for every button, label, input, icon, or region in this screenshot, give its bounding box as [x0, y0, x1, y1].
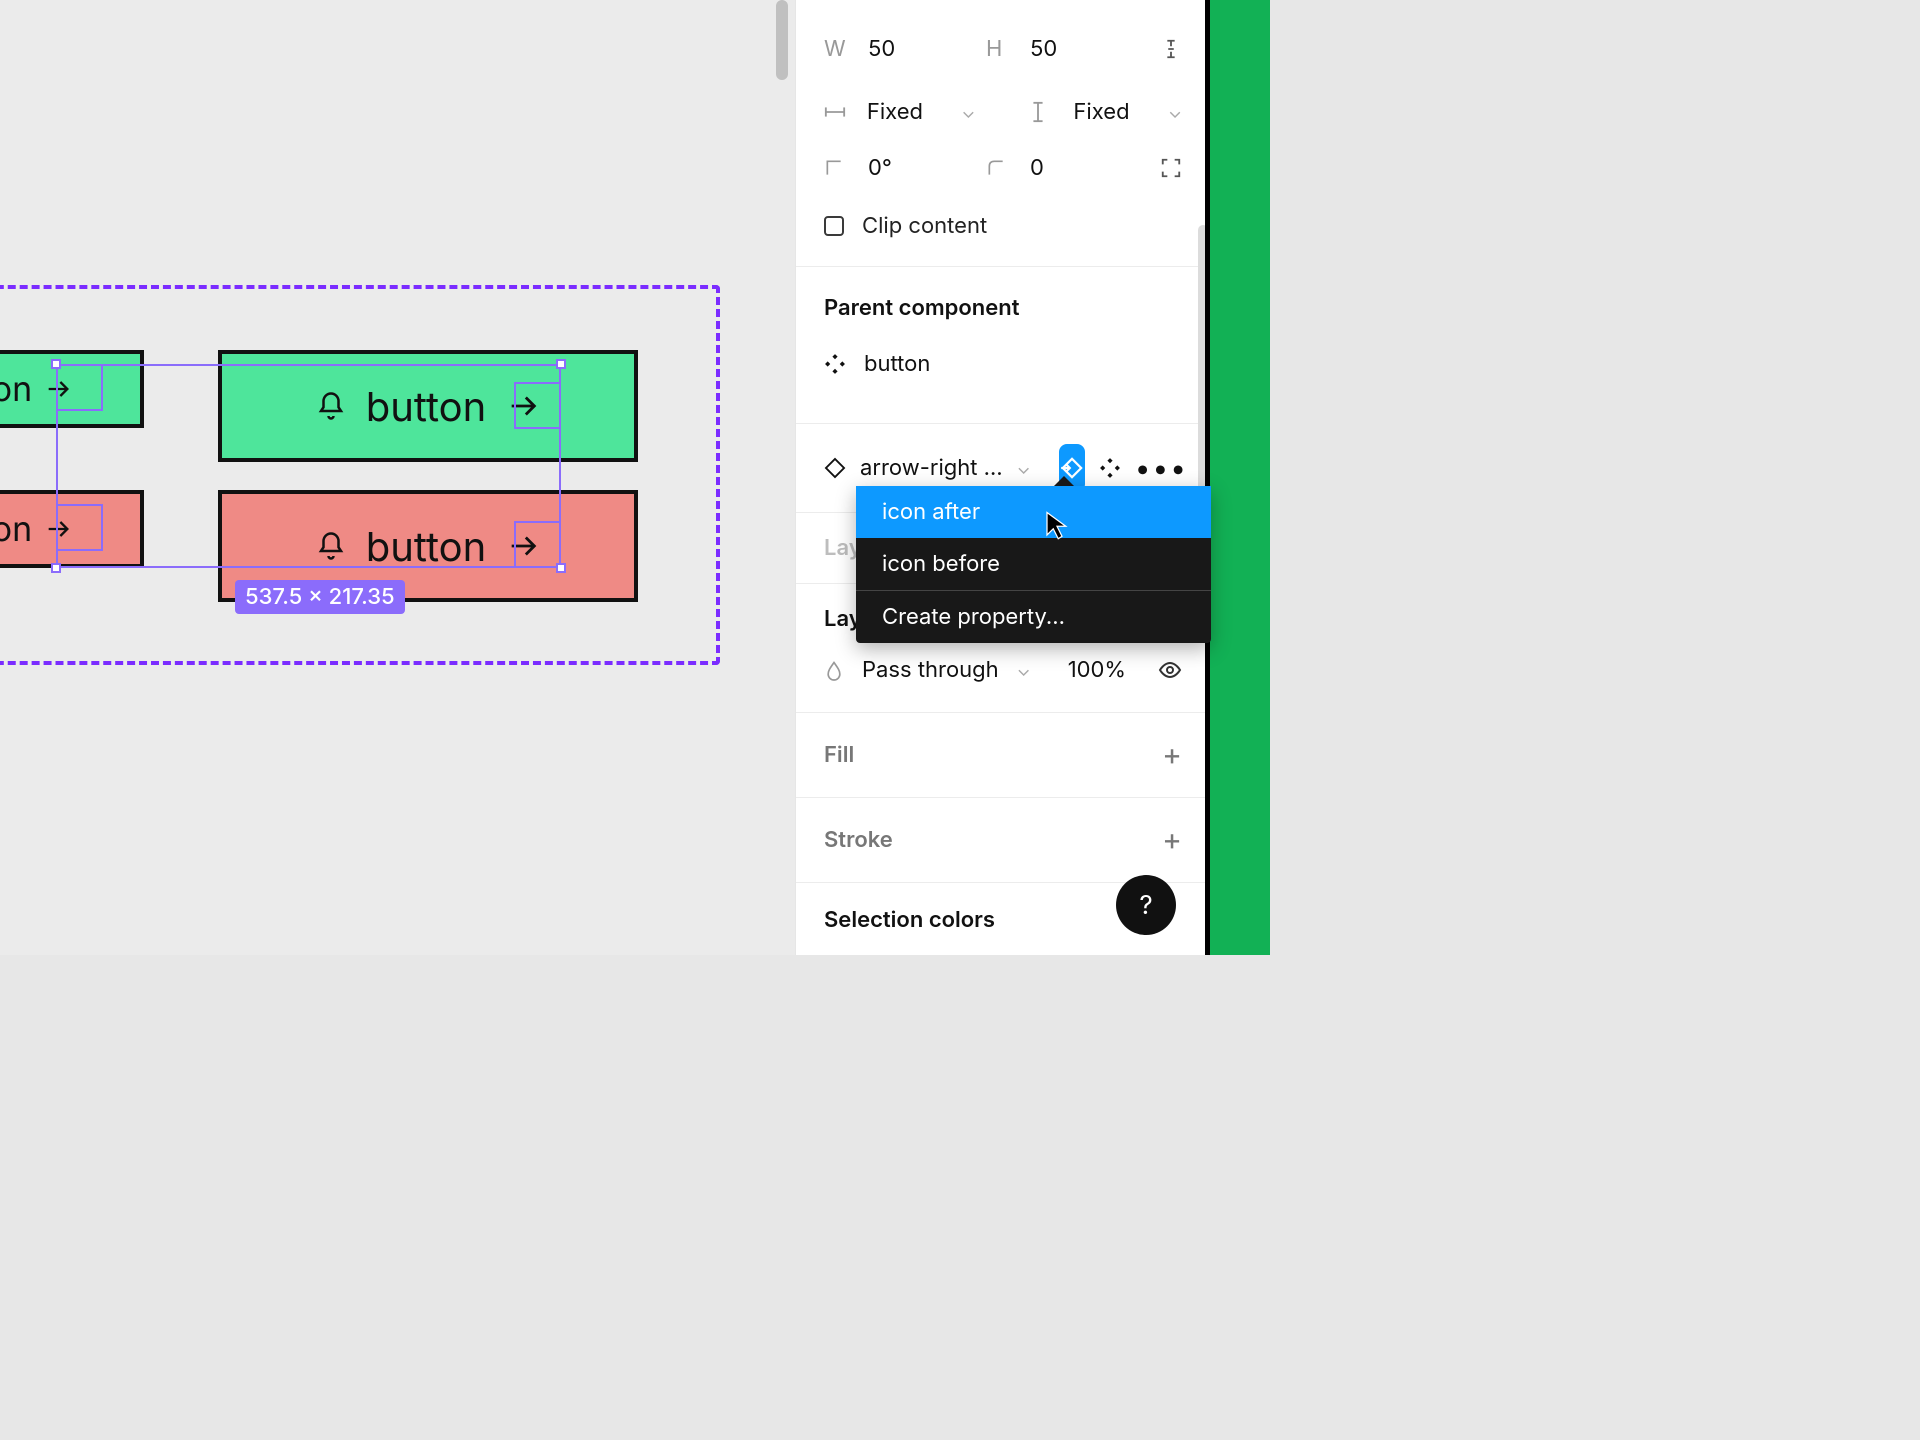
right-pane-accent — [1210, 0, 1270, 955]
chevron-down-icon: ⌄ — [1017, 660, 1031, 681]
width-label: W — [824, 36, 850, 62]
mouse-cursor — [1044, 510, 1070, 544]
opacity-input[interactable]: 100% — [1068, 657, 1126, 683]
height-input[interactable]: 50 — [1030, 36, 1120, 62]
selection-handle[interactable] — [556, 359, 566, 369]
parent-component-title: Parent component — [824, 295, 1182, 321]
selection-handle[interactable] — [556, 563, 566, 573]
parent-component-name[interactable]: button — [864, 351, 930, 377]
selection-handle[interactable] — [51, 563, 61, 573]
corner-radius-input[interactable]: 0 — [1030, 155, 1120, 181]
selection-bounding-box — [56, 364, 561, 568]
selection-colors-title: Selection colors — [824, 907, 995, 933]
height-label: H — [986, 36, 1012, 62]
component-icon[interactable] — [1099, 457, 1121, 479]
horizontal-constraint-icon — [824, 105, 849, 119]
button-label-partial: on — [0, 509, 32, 550]
properties-panel: W 50 H 50 Fixed ⌄ Fixed ⌄ — [795, 0, 1210, 955]
chevron-down-icon: ⌄ — [961, 102, 975, 123]
component-icon — [824, 353, 846, 375]
instance-swap-dropdown[interactable]: arrow-right … — [860, 455, 1003, 481]
clip-content-checkbox[interactable] — [824, 216, 844, 236]
constrain-proportions-icon[interactable] — [1160, 36, 1182, 62]
menu-item-create-property[interactable]: Create property... — [856, 591, 1211, 643]
independent-corners-icon[interactable] — [1160, 157, 1182, 179]
visibility-icon[interactable] — [1158, 658, 1182, 682]
help-button[interactable]: ? — [1116, 875, 1176, 935]
rotation-input[interactable]: 0° — [868, 155, 968, 181]
more-options-icon[interactable]: ••• — [1135, 451, 1188, 485]
horizontal-constraint-dropdown[interactable]: Fixed — [867, 99, 944, 125]
instance-icon — [824, 457, 846, 479]
canvas[interactable]: button button on on — [0, 0, 795, 955]
menu-item-icon-after[interactable]: icon after — [856, 486, 1211, 538]
selection-handle[interactable] — [51, 359, 61, 369]
rotation-icon — [824, 158, 850, 178]
vertical-constraint-dropdown[interactable]: Fixed — [1073, 99, 1150, 125]
clip-content-label: Clip content — [862, 213, 987, 239]
add-fill-icon[interactable]: + — [1162, 737, 1182, 773]
vertical-constraint-icon — [1031, 101, 1056, 123]
instance-swap-property-menu: icon after icon before Create property..… — [856, 486, 1211, 643]
button-label-partial: on — [0, 369, 32, 410]
blend-mode-icon — [824, 659, 844, 681]
dimension-badge: 537.5 × 217.35 — [235, 580, 405, 614]
canvas-scrollbar[interactable] — [776, 0, 788, 80]
blend-mode-dropdown[interactable]: Pass through — [862, 657, 999, 683]
corner-radius-icon — [986, 158, 1012, 178]
chevron-down-icon: ⌄ — [1168, 102, 1182, 123]
fill-section-title: Fill — [824, 742, 854, 768]
add-stroke-icon[interactable]: + — [1162, 822, 1182, 858]
menu-item-icon-before[interactable]: icon before — [856, 538, 1211, 590]
chevron-down-icon: ⌄ — [1017, 458, 1031, 479]
width-input[interactable]: 50 — [868, 36, 968, 62]
stroke-section-title: Stroke — [824, 827, 893, 853]
